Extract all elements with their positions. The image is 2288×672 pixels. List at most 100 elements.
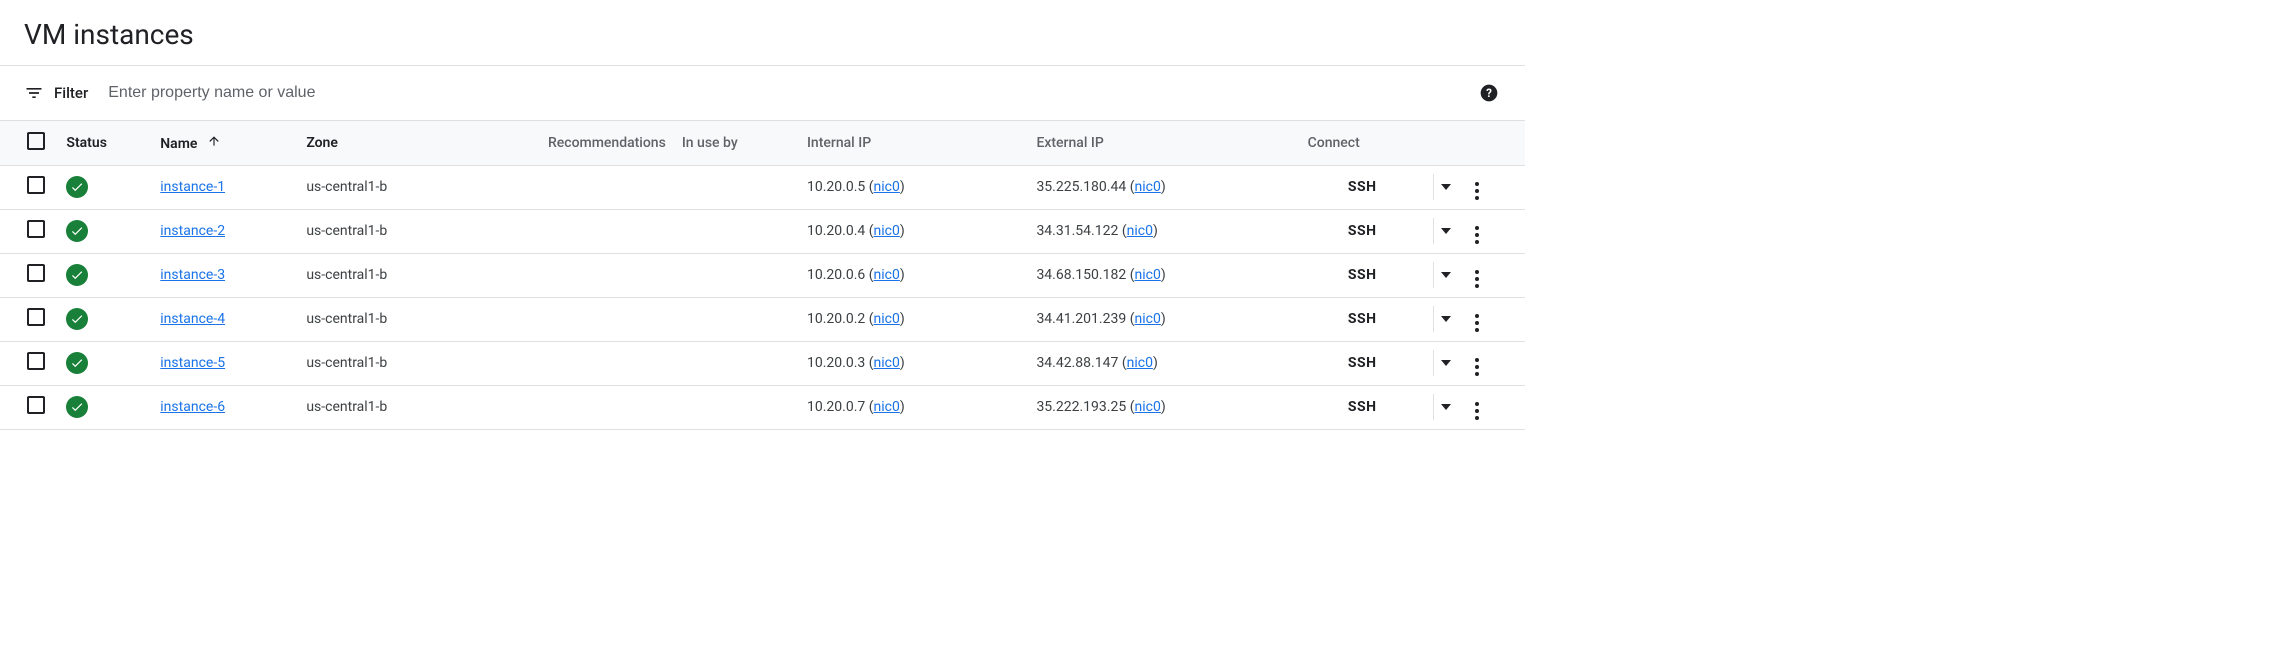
instance-name-link[interactable]: instance-2	[160, 223, 225, 239]
more-actions-icon[interactable]	[1475, 401, 1479, 421]
nic-link[interactable]: nic0	[1127, 355, 1153, 371]
status-running-icon	[66, 220, 88, 242]
instance-name-link[interactable]: instance-3	[160, 267, 225, 283]
internal-ip-cell: 10.20.0.5 (nic0)	[799, 165, 1028, 209]
external-ip-cell: 35.222.193.25 (nic0)	[1028, 385, 1299, 429]
recommendations-cell	[465, 341, 674, 385]
more-actions-icon[interactable]	[1475, 269, 1479, 289]
ssh-button[interactable]: SSH	[1348, 179, 1377, 195]
more-actions-icon[interactable]	[1475, 313, 1479, 333]
nic-link[interactable]: nic0	[874, 179, 900, 195]
ssh-options-dropdown[interactable]	[1441, 272, 1451, 278]
recommendations-cell	[465, 165, 674, 209]
nic-link[interactable]: nic0	[874, 355, 900, 371]
ssh-options-dropdown[interactable]	[1441, 184, 1451, 190]
external-ip-value: 34.31.54.122	[1036, 223, 1118, 239]
internal-ip-value: 10.20.0.6	[807, 267, 865, 283]
ssh-options-dropdown[interactable]	[1441, 404, 1451, 410]
external-ip-value: 35.222.193.25	[1036, 399, 1126, 415]
col-header-in-use-by[interactable]: In use by	[674, 121, 799, 165]
ssh-options-dropdown[interactable]	[1441, 316, 1451, 322]
col-header-external-ip[interactable]: External IP	[1028, 121, 1299, 165]
nic-link[interactable]: nic0	[1134, 311, 1160, 327]
col-header-internal-ip[interactable]: Internal IP	[799, 121, 1028, 165]
row-checkbox[interactable]	[27, 396, 45, 414]
internal-ip-cell: 10.20.0.7 (nic0)	[799, 385, 1028, 429]
col-header-connect[interactable]: Connect	[1300, 121, 1425, 165]
zone-cell: us-central1-b	[298, 165, 465, 209]
recommendations-cell	[465, 209, 674, 253]
ssh-button[interactable]: SSH	[1348, 355, 1377, 371]
table-row: instance-5 us-central1-b 10.20.0.3 (nic0…	[0, 341, 1525, 385]
table-header-row: Status Name Zone Recommendations In use …	[0, 121, 1525, 165]
instance-name-link[interactable]: instance-1	[160, 179, 225, 195]
more-actions-icon[interactable]	[1475, 357, 1479, 377]
internal-ip-value: 10.20.0.3	[807, 355, 865, 371]
nic-link[interactable]: nic0	[874, 311, 900, 327]
status-running-icon	[66, 352, 88, 374]
internal-ip-cell: 10.20.0.6 (nic0)	[799, 253, 1028, 297]
status-running-icon	[66, 308, 88, 330]
instance-name-link[interactable]: instance-6	[160, 399, 225, 415]
nic-link[interactable]: nic0	[874, 399, 900, 415]
in-use-by-cell	[674, 165, 799, 209]
help-icon[interactable]: ?	[1477, 81, 1501, 105]
row-checkbox[interactable]	[27, 176, 45, 194]
nic-link[interactable]: nic0	[1134, 179, 1160, 195]
ssh-button[interactable]: SSH	[1348, 223, 1377, 239]
zone-cell: us-central1-b	[298, 253, 465, 297]
zone-cell: us-central1-b	[298, 341, 465, 385]
external-ip-cell: 34.31.54.122 (nic0)	[1028, 209, 1299, 253]
ssh-options-dropdown[interactable]	[1441, 228, 1451, 234]
internal-ip-cell: 10.20.0.2 (nic0)	[799, 297, 1028, 341]
row-checkbox[interactable]	[27, 308, 45, 326]
external-ip-cell: 35.225.180.44 (nic0)	[1028, 165, 1299, 209]
row-checkbox[interactable]	[27, 352, 45, 370]
table-row: instance-4 us-central1-b 10.20.0.2 (nic0…	[0, 297, 1525, 341]
table-row: instance-6 us-central1-b 10.20.0.7 (nic0…	[0, 385, 1525, 429]
more-actions-icon[interactable]	[1475, 181, 1479, 201]
ssh-button[interactable]: SSH	[1348, 311, 1377, 327]
filter-input[interactable]	[106, 83, 1477, 103]
external-ip-value: 34.68.150.182	[1036, 267, 1126, 283]
svg-text:?: ?	[1486, 86, 1492, 100]
internal-ip-cell: 10.20.0.4 (nic0)	[799, 209, 1028, 253]
filter-bar: Filter ?	[0, 65, 1525, 121]
external-ip-cell: 34.42.88.147 (nic0)	[1028, 341, 1299, 385]
col-header-status[interactable]: Status	[58, 121, 152, 165]
col-header-recommendations[interactable]: Recommendations	[465, 121, 674, 165]
nic-link[interactable]: nic0	[874, 267, 900, 283]
external-ip-value: 34.42.88.147	[1036, 355, 1118, 371]
select-all-checkbox[interactable]	[27, 132, 45, 150]
in-use-by-cell	[674, 253, 799, 297]
col-header-zone[interactable]: Zone	[298, 121, 465, 165]
in-use-by-cell	[674, 385, 799, 429]
nic-link[interactable]: nic0	[1127, 223, 1153, 239]
ssh-button[interactable]: SSH	[1348, 399, 1377, 415]
row-checkbox[interactable]	[27, 264, 45, 282]
nic-link[interactable]: nic0	[1134, 399, 1160, 415]
row-checkbox[interactable]	[27, 220, 45, 238]
nic-link[interactable]: nic0	[874, 223, 900, 239]
internal-ip-value: 10.20.0.2	[807, 311, 865, 327]
instance-name-link[interactable]: instance-4	[160, 311, 225, 327]
col-header-name[interactable]: Name	[152, 121, 298, 165]
in-use-by-cell	[674, 341, 799, 385]
recommendations-cell	[465, 385, 674, 429]
internal-ip-value: 10.20.0.7	[807, 399, 865, 415]
ssh-button[interactable]: SSH	[1348, 267, 1377, 283]
internal-ip-cell: 10.20.0.3 (nic0)	[799, 341, 1028, 385]
external-ip-cell: 34.68.150.182 (nic0)	[1028, 253, 1299, 297]
table-row: instance-2 us-central1-b 10.20.0.4 (nic0…	[0, 209, 1525, 253]
table-row: instance-1 us-central1-b 10.20.0.5 (nic0…	[0, 165, 1525, 209]
more-actions-icon[interactable]	[1475, 225, 1479, 245]
vm-table: Status Name Zone Recommendations In use …	[0, 121, 1525, 430]
table-row: instance-3 us-central1-b 10.20.0.6 (nic0…	[0, 253, 1525, 297]
ssh-options-dropdown[interactable]	[1441, 360, 1451, 366]
recommendations-cell	[465, 297, 674, 341]
zone-cell: us-central1-b	[298, 297, 465, 341]
internal-ip-value: 10.20.0.4	[807, 223, 865, 239]
zone-cell: us-central1-b	[298, 209, 465, 253]
instance-name-link[interactable]: instance-5	[160, 355, 225, 371]
nic-link[interactable]: nic0	[1134, 267, 1160, 283]
